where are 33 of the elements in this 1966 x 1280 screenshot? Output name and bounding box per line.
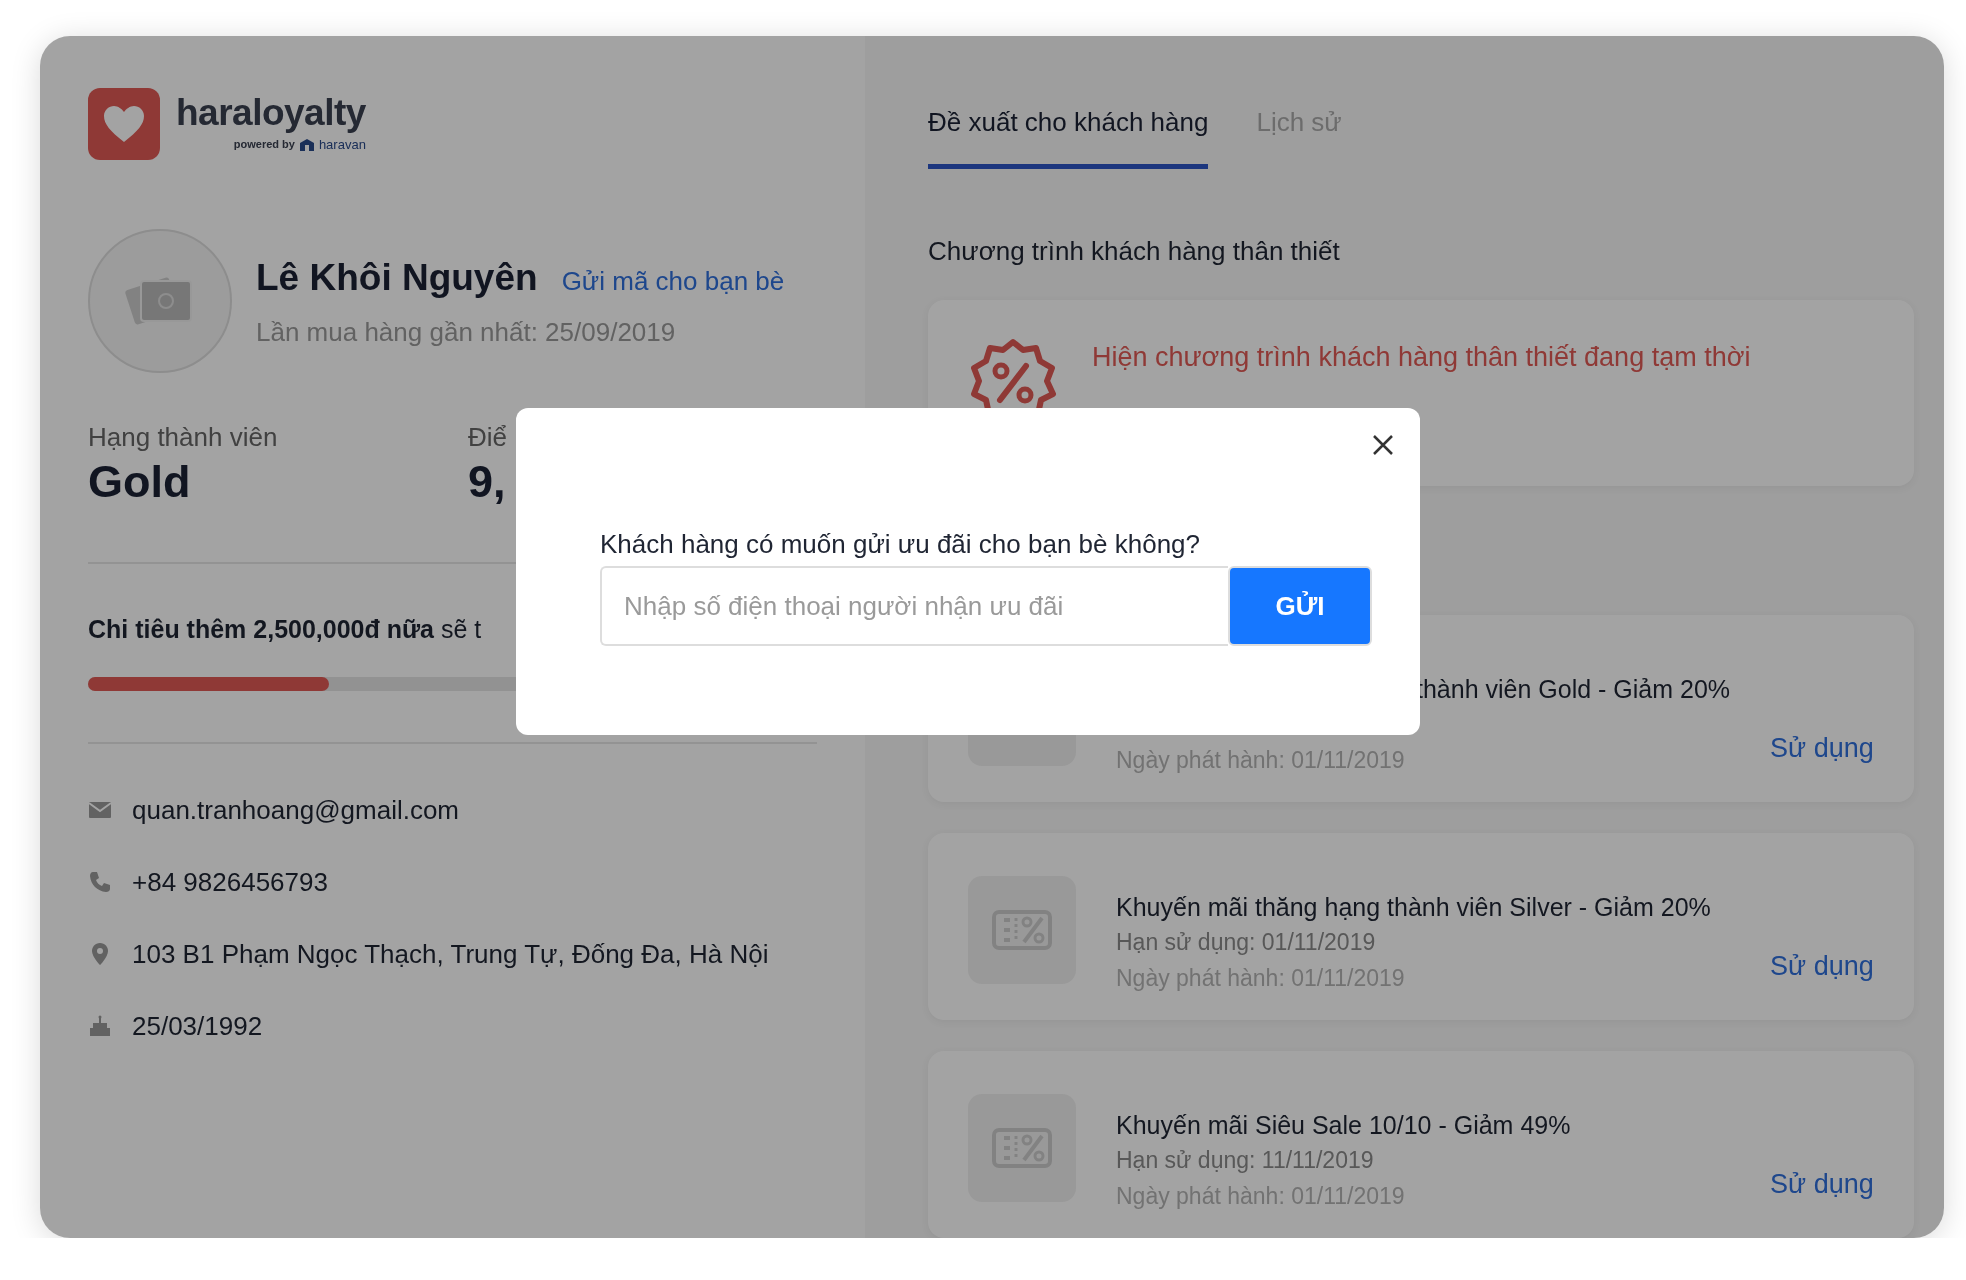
use-link[interactable]: Sử dụng <box>1770 945 1874 986</box>
use-link[interactable]: Sử dụng <box>1770 727 1874 768</box>
stat-label: Hạng thành viên <box>88 421 279 454</box>
contact-text: +84 9826456793 <box>132 865 328 899</box>
section-heading: Chương trình khách hàng thân thiết <box>928 235 1341 268</box>
offer-title: Khuyến mãi thăng hạng thành viên Silver - Giảm 20% <box>1116 892 1712 923</box>
powered-by-text: powered by <box>233 137 295 153</box>
expiry-date: Hạn sử dụng: 01/11/2019 <box>1116 928 1377 957</box>
send-code-link[interactable]: Gửi mã cho bạn bè <box>561 261 785 301</box>
cake-icon <box>88 1014 112 1038</box>
contact-text: 103 B1 Phạm Ngọc Thạch, Trung Tự, Đống Đa, Hà Nội <box>132 937 769 971</box>
contact-text: 25/03/1992 <box>132 1009 263 1043</box>
dialog-question: Khách hàng có muốn gửi ưu đãi cho bạn bè không? <box>600 528 1202 561</box>
last-purchase-text: Lần mua hàng gần nhất: 25/09/2019 <box>256 316 677 350</box>
use-link[interactable]: Sử dụng <box>1770 1163 1874 1204</box>
heart-icon <box>102 104 146 144</box>
close-icon <box>1372 433 1394 456</box>
building-icon <box>298 137 315 152</box>
stat-value: Gold <box>88 455 192 509</box>
brand-name: haraloyalty <box>176 93 366 131</box>
stat-value: 9, <box>468 455 507 509</box>
tab[interactable]: Đề xuất cho khách hàng <box>928 36 1209 169</box>
contact-text: quan.tranhoang@gmail.com <box>132 793 460 827</box>
customer-name: Lê Khôi Nguyên <box>256 255 538 300</box>
phone-icon <box>88 870 112 894</box>
send-button[interactable]: GỬI <box>1228 566 1372 646</box>
partner-name: haravan <box>318 135 366 154</box>
offer-title: Khuyến mãi Siêu Sale 10/10 - Giảm 49% <box>1116 1110 1572 1141</box>
expiry-date: Hạn sử dụng: 11/11/2019 <box>1116 1146 1375 1175</box>
phone-input[interactable]: Nhập số điện thoại người nhận ưu đãi <box>600 566 1228 646</box>
notice-text: Hiện chương trình khách hàng thân thiết đang tạm thời <box>1092 341 1751 374</box>
stat-label: Điể <box>468 421 507 454</box>
spend-message: Chi tiêu thêm 2,500,000đ nữa sẽ t <box>88 614 483 645</box>
